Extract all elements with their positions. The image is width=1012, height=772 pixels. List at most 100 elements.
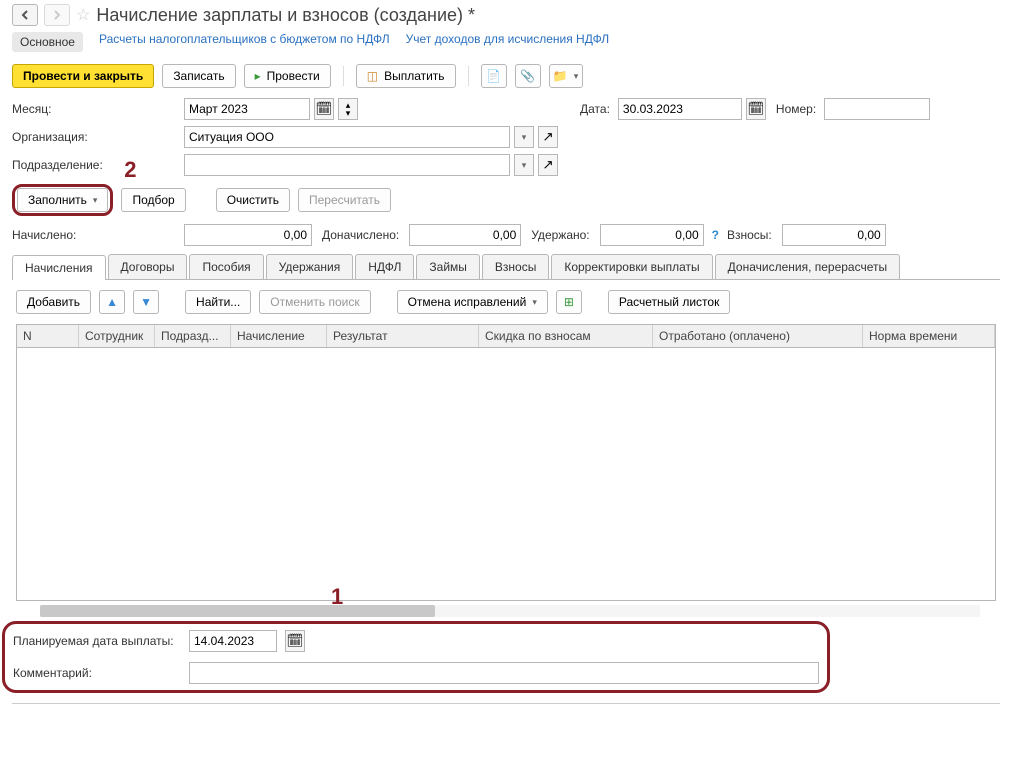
contrib-value[interactable] xyxy=(782,224,886,246)
col-discount[interactable]: Скидка по взносам xyxy=(479,325,653,347)
arrow-up-icon: ▲ xyxy=(106,295,118,309)
help-icon[interactable]: ? xyxy=(712,228,719,242)
recalc-button[interactable]: Пересчитать xyxy=(298,188,391,212)
pay-icon: ◫ xyxy=(367,69,378,83)
plan-date-label: Планируемая дата выплаты: xyxy=(13,634,181,648)
tab-payout-corrections[interactable]: Корректировки выплаты xyxy=(551,254,712,279)
col-worked[interactable]: Отработано (оплачено) xyxy=(653,325,863,347)
withheld-value[interactable] xyxy=(600,224,704,246)
dept-open-button[interactable]: ↗ xyxy=(538,154,558,176)
attach-icon-button[interactable]: 📎 xyxy=(515,64,541,88)
paperclip-icon: 📎 xyxy=(520,69,535,83)
month-spinner-button[interactable]: ▴▾ xyxy=(338,98,358,120)
h-scrollbar[interactable] xyxy=(40,605,980,617)
document-icon: 📄 xyxy=(486,69,501,83)
open-icon: ↗ xyxy=(542,157,553,173)
calendar-icon: 🗓 xyxy=(287,633,304,649)
dept-input[interactable] xyxy=(184,154,510,176)
date-label: Дата: xyxy=(580,102,610,116)
tab-benefits[interactable]: Пособия xyxy=(189,254,263,279)
scroll-thumb[interactable] xyxy=(40,605,435,617)
withheld-label: Удержано: xyxy=(531,228,589,242)
chevron-down-icon: ▾ xyxy=(532,297,537,308)
tabs: Начисления Договоры Пособия Удержания НД… xyxy=(12,254,1000,280)
plan-calendar-button[interactable]: 🗓 xyxy=(285,630,305,652)
folder-icon: 📁 xyxy=(553,69,568,83)
folder-icon-button[interactable]: 📁▾ xyxy=(549,64,583,88)
contrib-label: Взносы: xyxy=(727,228,772,242)
clear-button[interactable]: Очистить xyxy=(216,188,290,212)
move-down-button[interactable]: ▼ xyxy=(133,290,159,314)
accrued-value[interactable] xyxy=(184,224,312,246)
chevron-down-icon: ▾ xyxy=(522,132,527,143)
marker-1-label: 1 xyxy=(331,584,343,610)
org-open-button[interactable]: ↗ xyxy=(538,126,558,148)
nav-budget[interactable]: Расчеты налогоплательщиков с бюджетом по… xyxy=(99,32,390,52)
back-button[interactable] xyxy=(12,4,38,26)
nav-main[interactable]: Основное xyxy=(12,32,83,52)
calendar-icon: 🗓 xyxy=(747,101,764,117)
tab-recalculations[interactable]: Доначисления, перерасчеты xyxy=(715,254,900,279)
table-body[interactable] xyxy=(17,348,995,600)
col-n[interactable]: N xyxy=(17,325,79,347)
tab-accruals[interactable]: Начисления xyxy=(12,255,106,280)
cancel-find-button[interactable]: Отменить поиск xyxy=(259,290,370,314)
grid-icon: ⊞ xyxy=(564,295,574,309)
tab-contributions[interactable]: Взносы xyxy=(482,254,549,279)
pay-button[interactable]: ◫ Выплатить xyxy=(356,64,456,88)
tab-contracts[interactable]: Договоры xyxy=(108,254,188,279)
date-calendar-button[interactable]: 🗓 xyxy=(746,98,766,120)
org-input[interactable] xyxy=(184,126,510,148)
tab-ndfl[interactable]: НДФЛ xyxy=(355,254,414,279)
month-input[interactable] xyxy=(184,98,310,120)
dept-label: Подразделение: xyxy=(12,158,180,172)
payslip-button[interactable]: Расчетный листок xyxy=(608,290,730,314)
forward-button[interactable] xyxy=(44,4,70,26)
fill-button[interactable]: Заполнить ▾ xyxy=(17,188,108,212)
col-norm[interactable]: Норма времени xyxy=(863,325,995,347)
number-input[interactable] xyxy=(824,98,930,120)
col-accrual[interactable]: Начисление xyxy=(231,325,327,347)
star-icon[interactable]: ☆ xyxy=(76,5,90,25)
tab-deductions[interactable]: Удержания xyxy=(266,254,354,279)
save-button[interactable]: Записать xyxy=(162,64,235,88)
page-title: Начисление зарплаты и взносов (создание)… xyxy=(96,5,475,26)
chevron-down-icon: ▾ xyxy=(93,195,98,206)
org-dropdown-button[interactable]: ▾ xyxy=(514,126,534,148)
comment-label: Комментарий: xyxy=(13,666,181,680)
plan-date-input[interactable] xyxy=(189,630,277,652)
highlight-2: Заполнить ▾ xyxy=(12,184,113,216)
col-employee[interactable]: Сотрудник xyxy=(79,325,155,347)
data-table: N Сотрудник Подразд... Начисление Резуль… xyxy=(16,324,996,601)
tab-loans[interactable]: Займы xyxy=(416,254,480,279)
pick-button[interactable]: Подбор xyxy=(121,188,185,212)
nav-income[interactable]: Учет доходов для исчисления НДФЛ xyxy=(406,32,610,52)
col-dept[interactable]: Подразд... xyxy=(155,325,231,347)
comment-input[interactable] xyxy=(189,662,819,684)
arrow-down-icon: ▼ xyxy=(140,295,152,309)
org-label: Организация: xyxy=(12,130,180,144)
month-calendar-button[interactable]: 🗓 xyxy=(314,98,334,120)
run-close-button[interactable]: Провести и закрыть xyxy=(12,64,154,88)
dept-dropdown-button[interactable]: ▾ xyxy=(514,154,534,176)
calendar-icon: 🗓 xyxy=(316,101,333,117)
extra-value[interactable] xyxy=(409,224,521,246)
extra-label: Доначислено: xyxy=(322,228,399,242)
run-button[interactable]: ▸ Провести xyxy=(244,64,331,88)
month-label: Месяц: xyxy=(12,102,180,116)
spinner-icon: ▴▾ xyxy=(346,101,351,117)
move-up-button[interactable]: ▲ xyxy=(99,290,125,314)
accrued-label: Начислено: xyxy=(12,228,180,242)
highlight-1: 1 Планируемая дата выплаты: 🗓 Комментари… xyxy=(2,621,830,693)
date-input[interactable] xyxy=(618,98,742,120)
col-result[interactable]: Результат xyxy=(327,325,479,347)
add-button[interactable]: Добавить xyxy=(16,290,91,314)
cancel-fix-button[interactable]: Отмена исправлений ▾ xyxy=(397,290,548,314)
number-label: Номер: xyxy=(776,102,816,116)
document-icon-button[interactable]: 📄 xyxy=(481,64,507,88)
find-button[interactable]: Найти... xyxy=(185,290,251,314)
run-icon: ▸ xyxy=(255,69,261,83)
grid-icon-button[interactable]: ⊞ xyxy=(556,290,582,314)
open-icon: ↗ xyxy=(542,129,553,145)
chevron-down-icon: ▾ xyxy=(522,160,527,171)
